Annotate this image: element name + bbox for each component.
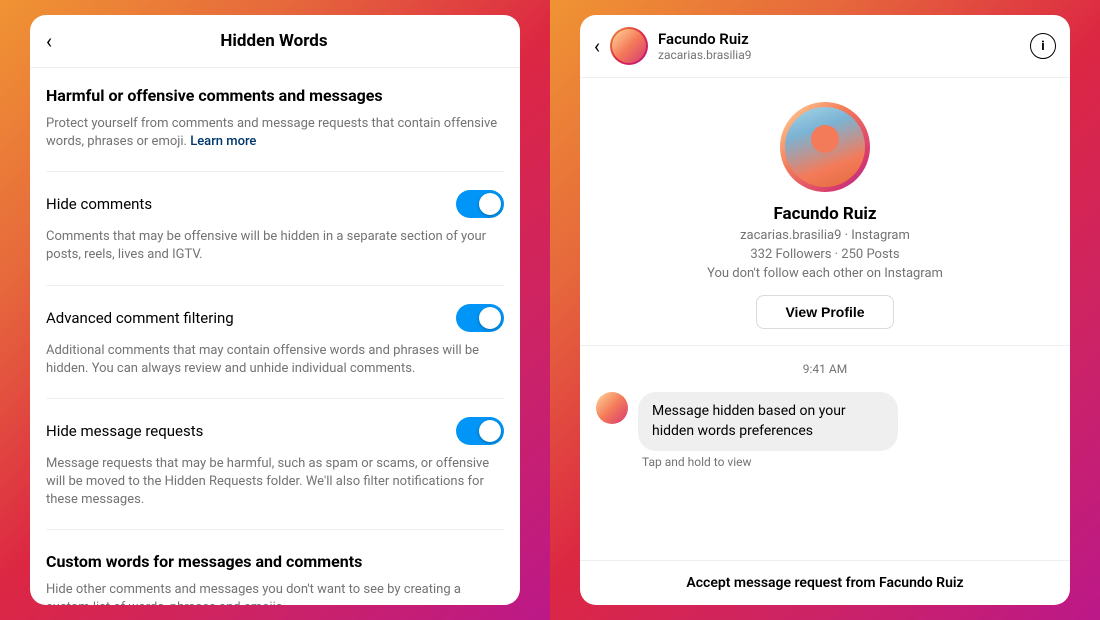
- message-area: 9:41 AM Message hidden based on your hid…: [580, 346, 1070, 560]
- toggle3-label: Hide message requests: [46, 422, 203, 440]
- divider4: [46, 529, 504, 530]
- section1-title: Harmful or offensive comments and messag…: [46, 68, 504, 115]
- left-panel: ‹ Hidden Words Harmful or offensive comm…: [0, 0, 550, 620]
- accept-bar[interactable]: Accept message request from Facundo Ruiz: [580, 560, 1070, 605]
- section2-desc: Hide other comments and messages you don…: [46, 581, 504, 605]
- left-header: ‹ Hidden Words: [30, 15, 520, 68]
- right-header: ‹ Facundo Ruiz zacarias.brasilia9 i: [580, 15, 1070, 78]
- divider2: [46, 285, 504, 286]
- profile-avatar-inner: [785, 107, 865, 187]
- right-back-icon[interactable]: ‹: [594, 34, 600, 58]
- right-panel: ‹ Facundo Ruiz zacarias.brasilia9 i Facu…: [550, 0, 1100, 620]
- toggle2-desc: Additional comments that may contain off…: [46, 342, 504, 394]
- profile-card: Facundo Ruiz zacarias.brasilia9 · Instag…: [580, 78, 1070, 346]
- view-profile-button[interactable]: View Profile: [756, 295, 893, 329]
- message-timestamp: 9:41 AM: [596, 362, 1054, 376]
- message-row: Message hidden based on your hidden word…: [596, 392, 1054, 469]
- header-avatar: [610, 27, 648, 65]
- right-content: Facundo Ruiz zacarias.brasilia9 · Instag…: [580, 78, 1070, 605]
- section2-title: Custom words for messages and comments: [46, 534, 504, 581]
- message-avatar: [596, 392, 628, 424]
- tap-hold-hint: Tap and hold to view: [638, 455, 898, 469]
- toggle2-row: Advanced comment filtering: [46, 290, 504, 342]
- right-phone: ‹ Facundo Ruiz zacarias.brasilia9 i Facu…: [580, 15, 1070, 605]
- message-bubble[interactable]: Message hidden based on your hidden word…: [638, 392, 898, 451]
- header-username: Facundo Ruiz: [658, 30, 1030, 48]
- toggle1-label: Hide comments: [46, 195, 152, 213]
- hide-comments-toggle[interactable]: [456, 190, 504, 218]
- info-icon[interactable]: i: [1030, 33, 1056, 59]
- section1-desc: Protect yourself from comments and messa…: [46, 115, 504, 167]
- divider1: [46, 171, 504, 172]
- profile-name: Facundo Ruiz: [773, 204, 876, 224]
- toggle1-desc: Comments that may be offensive will be h…: [46, 228, 504, 280]
- toggle2-label: Advanced comment filtering: [46, 309, 234, 327]
- header-avatar-placeholder: [612, 29, 646, 63]
- profile-avatar-large: [780, 102, 870, 192]
- toggle3-desc: Message requests that may be harmful, su…: [46, 455, 504, 526]
- section1-desc-text: Protect yourself from comments and messa…: [46, 116, 497, 149]
- page-title: Hidden Words: [64, 31, 484, 51]
- back-icon[interactable]: ‹: [46, 29, 52, 53]
- toggle1-row: Hide comments: [46, 176, 504, 228]
- advanced-comment-toggle[interactable]: [456, 304, 504, 332]
- profile-follow-status: You don't follow each other on Instagram: [707, 266, 943, 281]
- toggle3-row: Hide message requests: [46, 403, 504, 455]
- header-user-info: Facundo Ruiz zacarias.brasilia9: [658, 30, 1030, 62]
- divider3: [46, 398, 504, 399]
- profile-stats: 332 Followers · 250 Posts: [750, 247, 899, 262]
- learn-more-link[interactable]: Learn more: [190, 134, 256, 149]
- header-handle: zacarias.brasilia9: [658, 48, 1030, 62]
- left-content: Harmful or offensive comments and messag…: [30, 68, 520, 605]
- left-phone: ‹ Hidden Words Harmful or offensive comm…: [30, 15, 520, 605]
- hide-requests-toggle[interactable]: [456, 417, 504, 445]
- message-bubble-container: Message hidden based on your hidden word…: [638, 392, 898, 469]
- profile-meta: zacarias.brasilia9 · Instagram: [740, 228, 910, 243]
